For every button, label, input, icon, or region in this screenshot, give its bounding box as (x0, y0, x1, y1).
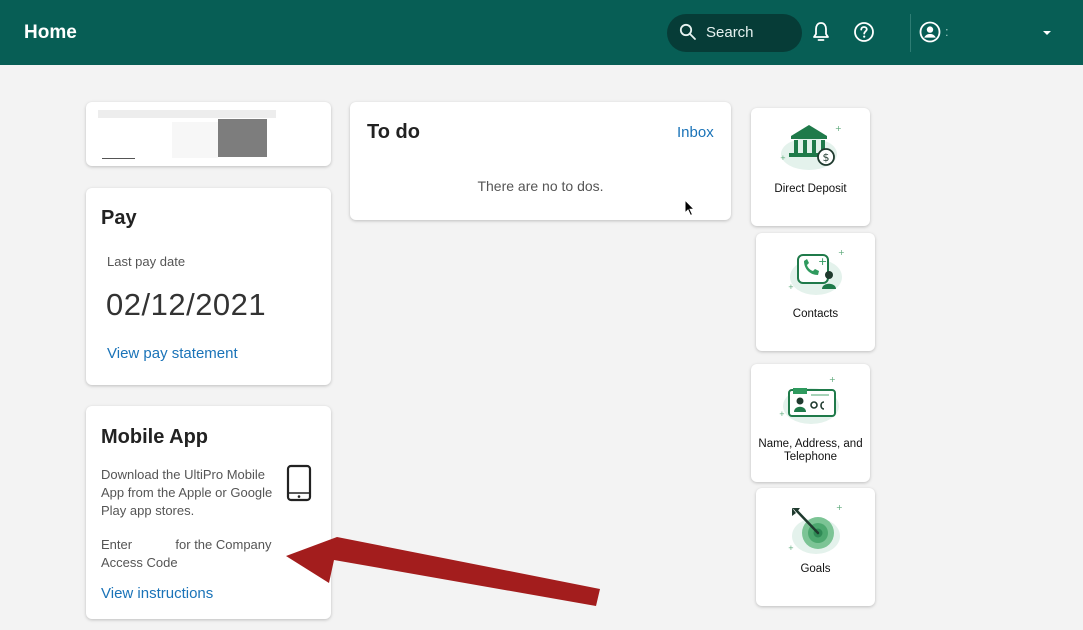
contacts-label: Contacts (792, 308, 839, 320)
svg-text:+: + (836, 503, 843, 512)
id-card-icon: + + (779, 375, 839, 424)
profile-link-underline[interactable] (102, 158, 135, 159)
last-pay-date-label: Last pay date (107, 254, 186, 269)
mouse-cursor-icon (684, 199, 696, 217)
direct-deposit-tile[interactable]: $ + + Direct Deposit (751, 108, 870, 226)
view-pay-statement-link[interactable]: View pay statement (107, 345, 238, 362)
svg-text:+: + (780, 154, 786, 162)
svg-text:+: + (779, 410, 785, 418)
redacted-block (172, 122, 218, 158)
user-avatar-icon[interactable] (919, 21, 941, 43)
pay-card: Pay Last pay date 02/12/2021 View pay st… (86, 188, 331, 385)
header-divider (910, 14, 911, 52)
direct-deposit-label: Direct Deposit (774, 183, 847, 195)
svg-text:+: + (788, 544, 794, 552)
mobile-app-card: Mobile App Download the UltiPro Mobile A… (86, 406, 331, 619)
mobile-app-title: Mobile App (101, 426, 209, 448)
pay-title: Pay (101, 207, 137, 229)
profile-photo (218, 119, 267, 157)
user-name[interactable]: : (945, 24, 949, 39)
last-pay-date: 02/12/2021 (106, 287, 267, 322)
view-instructions-link[interactable]: View instructions (101, 585, 213, 602)
svg-text:$: $ (823, 151, 830, 164)
search-label: Search (706, 24, 754, 41)
search-button[interactable]: Search (667, 14, 802, 52)
goals-label: Goals (800, 563, 831, 575)
inbox-link[interactable]: Inbox (677, 124, 714, 141)
svg-text:+: + (829, 375, 836, 384)
page-title: Home (24, 22, 77, 43)
contacts-tile[interactable]: + + + Contacts (756, 233, 875, 351)
todo-card: To do Inbox There are no to dos. (350, 102, 731, 220)
phone-contact-icon: + + + (788, 248, 845, 295)
svg-text:+: + (818, 255, 827, 268)
mobile-app-description: Download the UltiPro Mobile App from the… (101, 467, 273, 518)
bank-dollar-icon: $ + + (780, 124, 842, 170)
help-icon[interactable] (853, 21, 875, 43)
todo-title: To do (367, 121, 420, 143)
search-icon (679, 23, 696, 40)
name-address-telephone-tile[interactable]: + + Name, Address, and Telephone (751, 364, 870, 482)
redacted-name (98, 110, 276, 118)
svg-text:+: + (835, 124, 842, 133)
svg-text:+: + (788, 283, 794, 291)
notifications-bell-icon[interactable] (811, 21, 831, 43)
smartphone-icon (286, 464, 312, 502)
goals-tile[interactable]: + + Goals (756, 488, 875, 606)
target-icon: + + (788, 503, 843, 554)
todo-empty-message: There are no to dos. (477, 178, 604, 194)
company-access-code-text: Enter for the Company Access Code (101, 537, 272, 570)
svg-text:+: + (838, 248, 845, 257)
profile-card (86, 102, 331, 166)
top-bar: Home Search : (0, 0, 1083, 65)
chevron-down-icon[interactable] (1042, 30, 1052, 36)
name-address-telephone-label: Name, Address, and Telephone (758, 438, 863, 463)
